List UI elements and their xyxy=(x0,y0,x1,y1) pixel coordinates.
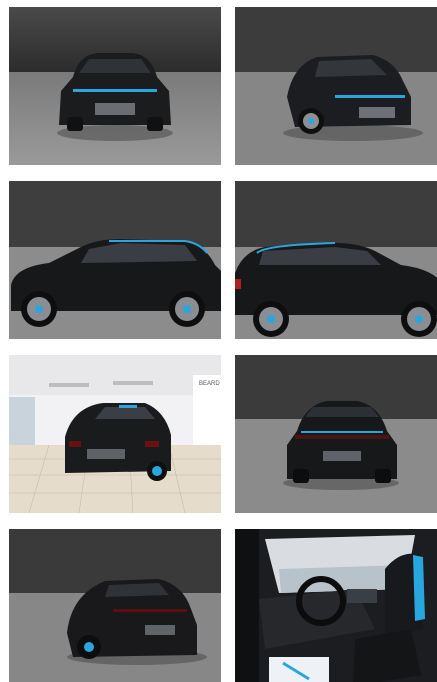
car-side-left-image xyxy=(9,181,221,339)
car-rear-angle-image xyxy=(9,529,221,682)
gallery-photo-rear[interactable] xyxy=(235,355,437,513)
gallery-photo-interior[interactable] xyxy=(235,529,437,682)
gallery-photo-rear-three-quarter[interactable] xyxy=(9,529,221,682)
gallery-photo-front-three-quarter[interactable] xyxy=(235,7,437,165)
car-front-angle-image xyxy=(235,7,437,165)
photo-gallery: BEARD xyxy=(0,0,437,682)
car-rear-image xyxy=(235,355,437,513)
car-side-right-image xyxy=(235,181,437,339)
gallery-photo-rear-showroom[interactable]: BEARD xyxy=(9,355,221,513)
gallery-photo-side-right[interactable] xyxy=(235,181,437,339)
showroom-sign: BEARD xyxy=(199,381,220,387)
car-front-image xyxy=(9,7,221,165)
gallery-photo-side-left[interactable] xyxy=(9,181,221,339)
car-interior-image xyxy=(235,529,437,682)
car-rear-showroom-image: BEARD xyxy=(9,355,221,513)
gallery-photo-front[interactable] xyxy=(9,7,221,165)
